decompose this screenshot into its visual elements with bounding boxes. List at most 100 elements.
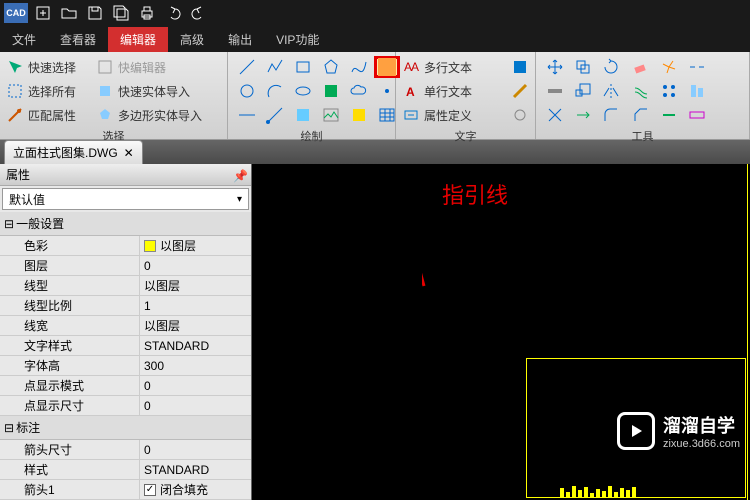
circle-icon[interactable] bbox=[234, 80, 260, 102]
trim-icon[interactable] bbox=[542, 104, 568, 126]
prop-row: 样式STANDARD bbox=[0, 460, 251, 480]
poly-import-icon[interactable] bbox=[96, 106, 114, 124]
ray-icon[interactable] bbox=[262, 104, 288, 126]
image-icon[interactable] bbox=[318, 104, 344, 126]
prop-row: 色彩以图层 bbox=[0, 236, 251, 256]
ribbon-tools-title: 工具 bbox=[542, 126, 743, 144]
line-icon[interactable] bbox=[234, 56, 260, 78]
panel-header: 属性 📌 bbox=[0, 164, 251, 186]
explode-icon[interactable] bbox=[656, 56, 682, 78]
property-grid: ⊟一般设置 色彩以图层 图层0 线型以图层 线型比例1 线宽以图层 文字样式ST… bbox=[0, 212, 251, 500]
svg-text:A: A bbox=[406, 85, 415, 99]
section-dimension[interactable]: ⊟标注 bbox=[0, 416, 251, 440]
poly-import-label[interactable]: 多边形实体导入 bbox=[118, 107, 202, 124]
scale-icon[interactable] bbox=[570, 80, 596, 102]
quick-edit-label: 快编辑器 bbox=[118, 59, 166, 76]
arc-icon[interactable] bbox=[262, 80, 288, 102]
extend-icon[interactable] bbox=[570, 104, 596, 126]
watermark: 溜溜自学 zixue.3d66.com bbox=[617, 412, 740, 450]
ins-measure-icon[interactable] bbox=[542, 80, 568, 102]
copy-icon[interactable] bbox=[570, 56, 596, 78]
open-folder-icon[interactable] bbox=[58, 2, 80, 24]
section-general[interactable]: ⊟一般设置 bbox=[0, 212, 251, 236]
xline-icon[interactable] bbox=[234, 104, 260, 126]
chamfer-icon[interactable] bbox=[628, 104, 654, 126]
erase-icon[interactable] bbox=[628, 56, 654, 78]
menu-advanced[interactable]: 高级 bbox=[168, 27, 216, 52]
menu-output[interactable]: 输出 bbox=[216, 27, 264, 52]
polygon-icon[interactable] bbox=[318, 56, 344, 78]
offset-icon[interactable] bbox=[628, 80, 654, 102]
redo-icon[interactable] bbox=[188, 2, 210, 24]
ribbon: 快速选择 快编辑器 选择所有 快速实体导入 匹配属性 多边形实体导入 选择 bbox=[0, 52, 750, 140]
region-icon[interactable] bbox=[290, 104, 316, 126]
stretch-icon[interactable] bbox=[684, 104, 710, 126]
mtext-tool-icon[interactable] bbox=[511, 58, 529, 76]
hatch-icon[interactable] bbox=[318, 80, 344, 102]
attdef-tool-icon[interactable] bbox=[511, 106, 529, 124]
mtext-icon[interactable]: AA bbox=[402, 58, 420, 76]
match-prop-icon[interactable] bbox=[6, 106, 24, 124]
prop-row: 字体高300 bbox=[0, 356, 251, 376]
save-icon[interactable] bbox=[84, 2, 106, 24]
quick-edit-icon bbox=[96, 58, 114, 76]
select-all-icon[interactable] bbox=[6, 82, 24, 100]
align-icon[interactable] bbox=[684, 80, 710, 102]
menu-viewer[interactable]: 查看器 bbox=[48, 27, 108, 52]
checkbox-icon[interactable]: ✓ bbox=[144, 484, 156, 496]
prop-row: 文字样式STANDARD bbox=[0, 336, 251, 356]
array-icon[interactable] bbox=[656, 80, 682, 102]
mirror-icon[interactable] bbox=[598, 80, 624, 102]
doc-tab-label: 立面柱式图集.DWG bbox=[13, 144, 118, 161]
prop-row: 线型以图层 bbox=[0, 276, 251, 296]
prop-row: 点显示模式0 bbox=[0, 376, 251, 396]
attdef-icon[interactable] bbox=[402, 106, 420, 124]
polyline-icon[interactable] bbox=[262, 56, 288, 78]
print-icon[interactable] bbox=[136, 2, 158, 24]
quick-select-icon[interactable] bbox=[6, 58, 24, 76]
new-file-icon[interactable] bbox=[32, 2, 54, 24]
cloud-icon[interactable] bbox=[346, 80, 372, 102]
chevron-down-icon: ▾ bbox=[237, 194, 242, 205]
play-icon bbox=[617, 412, 655, 450]
panel-title: 属性 bbox=[6, 166, 30, 183]
drawing-canvas[interactable]: 指引线 溜溜自学 zixue.3d66.com bbox=[252, 164, 750, 500]
prop-row: 线型比例1 bbox=[0, 296, 251, 316]
solid-import-icon[interactable] bbox=[96, 82, 114, 100]
close-icon[interactable]: ✕ bbox=[124, 146, 134, 160]
selection-combo[interactable]: 默认值 ▾ bbox=[2, 188, 249, 210]
pin-icon[interactable]: 📌 bbox=[233, 169, 245, 181]
menu-editor[interactable]: 编辑器 bbox=[108, 27, 168, 52]
menu-file[interactable]: 文件 bbox=[0, 27, 48, 52]
block-icon[interactable] bbox=[346, 104, 372, 126]
rotate-icon[interactable] bbox=[598, 56, 624, 78]
menu-vip[interactable]: VIP功能 bbox=[264, 27, 331, 52]
app-logo: CAD bbox=[4, 3, 28, 23]
save-all-icon[interactable] bbox=[110, 2, 132, 24]
match-prop-label[interactable]: 匹配属性 bbox=[28, 107, 76, 124]
join-icon[interactable] bbox=[656, 104, 682, 126]
ribbon-group-tools: 工具 bbox=[536, 52, 750, 139]
doc-tab[interactable]: 立面柱式图集.DWG ✕ bbox=[4, 140, 143, 164]
rect-icon[interactable] bbox=[290, 56, 316, 78]
solid-import-label[interactable]: 快速实体导入 bbox=[118, 83, 190, 100]
ellipse-icon[interactable] bbox=[290, 80, 316, 102]
select-all-label[interactable]: 选择所有 bbox=[28, 83, 76, 100]
title-bar: CAD bbox=[0, 0, 750, 26]
ribbon-text-title: 文字 bbox=[402, 126, 529, 144]
ribbon-group-draw: 绘制 bbox=[228, 52, 396, 139]
quick-select-label[interactable]: 快速选择 bbox=[28, 59, 76, 76]
fillet-icon[interactable] bbox=[598, 104, 624, 126]
text-label[interactable]: 单行文本 bbox=[424, 83, 472, 100]
prop-row: 图层0 bbox=[0, 256, 251, 276]
watermark-url: zixue.3d66.com bbox=[663, 438, 740, 450]
break-icon[interactable] bbox=[684, 56, 710, 78]
move-icon[interactable] bbox=[542, 56, 568, 78]
undo-icon[interactable] bbox=[162, 2, 184, 24]
attdef-label[interactable]: 属性定义 bbox=[424, 107, 472, 124]
svg-text:A: A bbox=[411, 60, 419, 74]
text-style-icon[interactable] bbox=[511, 82, 529, 100]
text-icon[interactable]: A bbox=[402, 82, 420, 100]
mtext-label[interactable]: 多行文本 bbox=[424, 59, 472, 76]
spline-icon[interactable] bbox=[346, 56, 372, 78]
